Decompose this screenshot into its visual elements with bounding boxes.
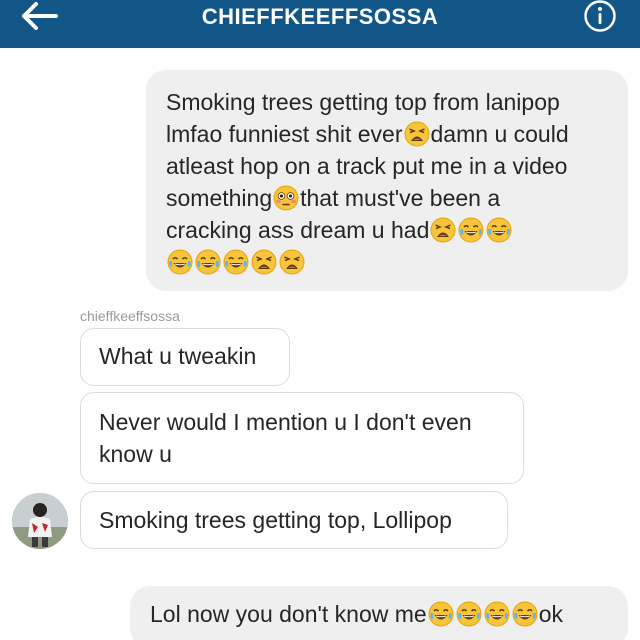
message-line — [166, 246, 610, 278]
joy-emoji-icon — [456, 601, 482, 627]
message-text: damn u could — [430, 121, 569, 147]
message-line: Lol now you don't know me ok — [150, 598, 628, 630]
message-text: atleast hop on a track put me in a video — [166, 153, 568, 179]
message-text: know u — [99, 441, 172, 467]
message-text: What u tweakin — [99, 343, 257, 369]
weary-emoji-icon — [251, 249, 277, 275]
message-line: lmfao funniest shit ever damn u could — [166, 118, 610, 150]
message-bubble-incoming[interactable]: Never would I mention u I don't even know… — [80, 392, 524, 484]
arrow-left-icon — [20, 1, 60, 36]
message-bubble-outgoing[interactable]: Lol now you don't know me ok — [130, 586, 628, 640]
message-line: What u tweakin — [99, 340, 289, 372]
message-bubble-incoming[interactable]: What u tweakin — [80, 328, 290, 386]
joy-emoji-icon — [167, 249, 193, 275]
message-bubble-incoming[interactable]: Smoking trees getting top, Lollipop — [80, 491, 508, 549]
user-avatar[interactable] — [12, 493, 68, 549]
message-text: lmfao funniest shit ever — [166, 121, 403, 147]
flushed-emoji-icon — [273, 185, 299, 211]
message-text: Smoking trees getting top from lanipop — [166, 89, 560, 115]
message-line: cracking ass dream u had — [166, 214, 610, 246]
message-text: cracking ass dream u had — [166, 217, 430, 243]
message-line: something that must've been a — [166, 182, 610, 214]
message-text: Never would I mention u I don't even — [99, 409, 472, 435]
message-text: Smoking trees getting top, Lollipop — [99, 507, 452, 533]
back-button[interactable] — [20, 0, 68, 36]
message-line: Never would I mention u I don't even — [99, 406, 523, 438]
weary-emoji-icon — [279, 249, 305, 275]
message-line: atleast hop on a track put me in a video — [166, 150, 610, 182]
joy-emoji-icon — [484, 601, 510, 627]
info-icon — [583, 0, 617, 38]
sender-name: chieffkeeffsossa — [80, 308, 180, 324]
message-line: Smoking trees getting top from lanipop — [166, 86, 610, 118]
joy-emoji-icon — [428, 601, 454, 627]
message-text: Lol now you don't know me — [150, 601, 427, 627]
joy-emoji-icon — [195, 249, 221, 275]
message-text: something — [166, 185, 273, 211]
message-bubble-outgoing[interactable]: Smoking trees getting top from lanipop lm… — [146, 70, 628, 291]
joy-emoji-icon — [486, 217, 512, 243]
message-line: Smoking trees getting top, Lollipop — [99, 504, 507, 536]
message-text: that must've been a — [300, 185, 501, 211]
top-bar: CHIEFFKEEFFSOSSA — [0, 0, 640, 48]
info-button[interactable] — [580, 0, 620, 36]
message-line: know u — [99, 438, 523, 470]
joy-emoji-icon — [458, 217, 484, 243]
weary-emoji-icon — [430, 217, 456, 243]
joy-emoji-icon — [512, 601, 538, 627]
joy-emoji-icon — [223, 249, 249, 275]
thread-title: CHIEFFKEEFFSOSSA — [201, 4, 439, 29]
weary-emoji-icon — [404, 121, 430, 147]
message-text: ok — [538, 601, 564, 627]
